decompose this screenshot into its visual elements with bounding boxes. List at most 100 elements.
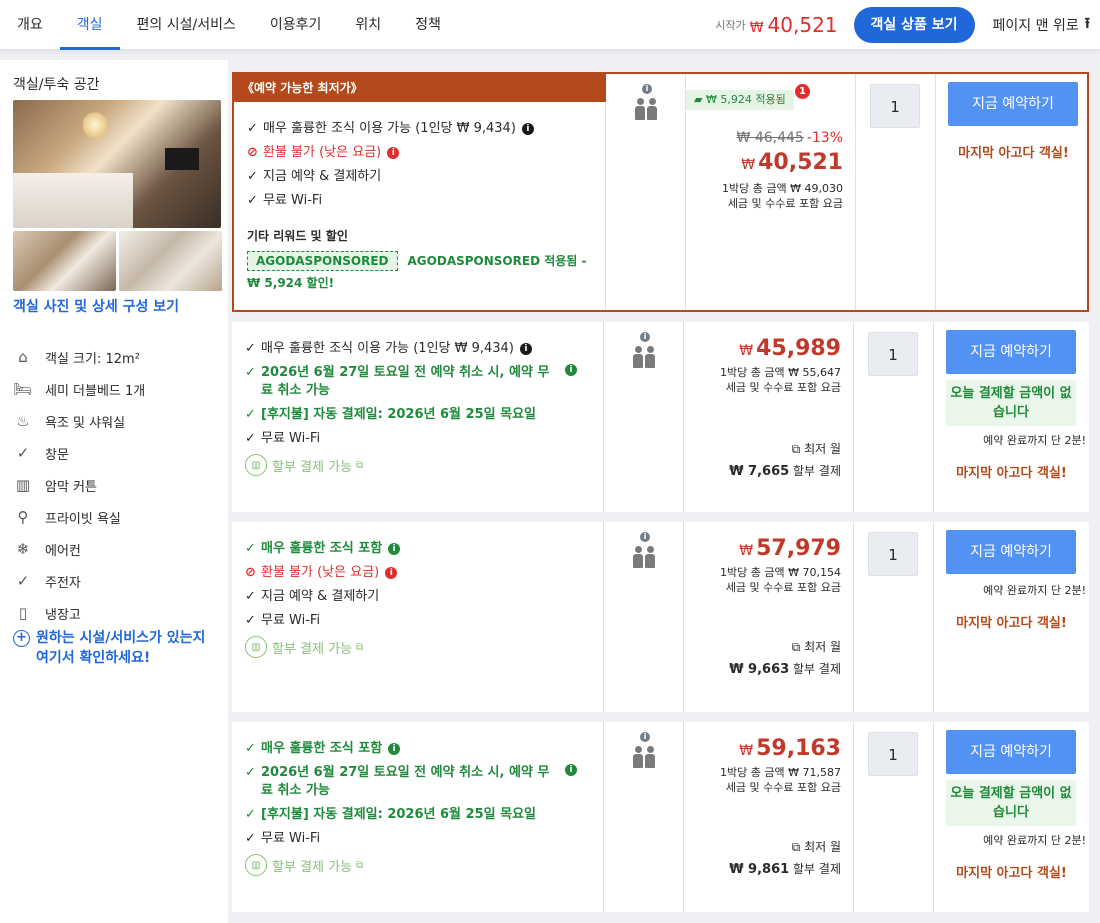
feature-pay-now: ✓ 지금 예약 & 결제하기 bbox=[247, 168, 592, 186]
feature-pay-later: ✓ [후지불] 자동 결제일: 2026년 6월 25일 목요일 bbox=[245, 406, 590, 424]
currency-symbol: ₩ bbox=[739, 743, 754, 759]
tab-rooms[interactable]: 객실 bbox=[59, 0, 120, 50]
room-photos-link[interactable]: 객실 사진 및 상세 구성 보기 bbox=[13, 296, 179, 316]
bathroom-photo-thumb[interactable] bbox=[119, 231, 222, 291]
feature-wifi: ✓ 무료 Wi-Fi bbox=[245, 830, 590, 848]
check-icon: ✓ bbox=[245, 589, 256, 604]
monthly-installment: ⧉ 최저 월 ₩ 7,665 할부 결제 bbox=[729, 438, 841, 483]
book-now-button[interactable]: 지금 예약하기 bbox=[946, 730, 1076, 774]
person-icon bbox=[645, 546, 655, 568]
offer-features: ✓ 매우 훌륭한 조식 이용 가능 (1인당 ₩ 9,434) i ✓ 2026년 6… bbox=[232, 322, 604, 512]
strikethrough-price: ₩ 46,445 bbox=[736, 130, 804, 146]
book-now-button[interactable]: 지금 예약하기 bbox=[948, 82, 1078, 126]
info-icon[interactable]: i bbox=[565, 764, 577, 776]
person-icon bbox=[647, 98, 657, 120]
info-icon[interactable]: i bbox=[519, 342, 532, 355]
fridge-icon: ▯ bbox=[18, 604, 28, 622]
person-icon bbox=[633, 346, 643, 368]
feature-text: 매우 훌륭한 조식 이용 가능 (1인당 ₩ 9,434) bbox=[263, 121, 516, 136]
info-icon[interactable]: i bbox=[387, 146, 400, 159]
amenity-label: 에어컨 bbox=[45, 543, 81, 559]
feature-text: 지금 예약 & 결제하기 bbox=[263, 169, 382, 184]
check-icon: ✓ bbox=[245, 807, 256, 822]
start-price-label: 시작가 bbox=[715, 19, 746, 32]
occupancy-icons[interactable]: i bbox=[632, 732, 658, 772]
feature-text: 지금 예약 & 결제하기 bbox=[261, 589, 380, 604]
last-room-notice: 마지막 아고다 객실! bbox=[956, 616, 1067, 631]
tab-overview[interactable]: 개요 bbox=[0, 0, 60, 48]
amenity-item: ⚲ 프라이빗 욕실 bbox=[13, 501, 223, 533]
amenity-item: ⌂ 객실 크기: 12m² bbox=[13, 341, 223, 373]
monthly-installment: ⧉ 최저 월 ₩ 9,861 할부 결제 bbox=[729, 836, 841, 881]
amenity-label: 암막 커튼 bbox=[45, 479, 97, 495]
back-to-top-link[interactable]: 페이지 맨 위로 ⭱ bbox=[993, 13, 1090, 38]
installment-option[interactable]: ▥ 할부 결제 가능 ⧉ bbox=[245, 636, 590, 658]
info-icon[interactable]: i bbox=[521, 122, 534, 135]
occupancy-icons[interactable]: i bbox=[632, 332, 658, 372]
original-price: ₩ 46,445 -13% bbox=[722, 130, 843, 146]
tab-facilities[interactable]: 편의 시설/서비스 bbox=[120, 0, 253, 48]
last-room-notice: 마지막 아고다 객실! bbox=[958, 146, 1069, 161]
amenity-item: 🛏︎ 세미 더블베드 1개 bbox=[13, 373, 223, 405]
check-icon: ✓ bbox=[247, 193, 258, 208]
occupancy-cell: i bbox=[604, 322, 684, 512]
final-price-value: 40,521 bbox=[758, 150, 843, 175]
person-icon bbox=[635, 98, 645, 120]
view-rooms-button[interactable]: 객실 상품 보기 bbox=[853, 7, 975, 43]
amenity-label: 창문 bbox=[45, 447, 69, 463]
room-main-photo[interactable] bbox=[13, 100, 221, 228]
amenity-item: ▥ 암막 커튼 bbox=[13, 469, 223, 501]
check-icon: ✓ bbox=[245, 341, 256, 356]
feature-text: 무료 Wi-Fi bbox=[261, 831, 321, 846]
monthly-installment: ⧉ 최저 월 ₩ 9,663 할부 결제 bbox=[729, 636, 841, 681]
tab-reviews[interactable]: 이용후기 bbox=[253, 0, 339, 48]
room-quantity-select[interactable]: 1 bbox=[868, 732, 918, 776]
currency-symbol: ₩ bbox=[749, 20, 764, 36]
room-photo-thumb[interactable] bbox=[13, 231, 116, 291]
person-icon bbox=[645, 346, 655, 368]
final-price: ₩45,989 bbox=[720, 336, 841, 361]
occupancy-icons[interactable]: i bbox=[632, 532, 658, 572]
occupancy-icons[interactable]: i bbox=[634, 84, 660, 124]
two-min-notice: 예약 완료까지 단 2분! bbox=[983, 584, 1086, 597]
amenity-search-link[interactable]: + 원하는 시설/서비스가 있는지 여기서 확인하세요! bbox=[13, 628, 223, 668]
tab-location[interactable]: 위치 bbox=[338, 0, 398, 48]
feature-list: ✓ 매우 훌륭한 조식 포함 i ✓ 2026년 6월 27일 토요일 전 예약 취소… bbox=[245, 740, 590, 876]
two-min-notice: 예약 완료까지 단 2분! bbox=[983, 834, 1086, 847]
section-tabs: 개요 객실 편의 시설/서비스 이용후기 위치 정책 bbox=[0, 0, 458, 50]
coupon-code-tag[interactable]: AGODASPONSORED bbox=[247, 251, 398, 271]
installment-option[interactable]: ▥ 할부 결제 가능 ⧉ bbox=[245, 854, 590, 876]
info-icon[interactable]: i bbox=[388, 542, 401, 555]
book-now-button[interactable]: 지금 예약하기 bbox=[946, 330, 1076, 374]
installment-option[interactable]: ▥ 할부 결제 가능 ⧉ bbox=[245, 454, 590, 476]
monthly-amount: ₩ 9,663 bbox=[729, 662, 790, 677]
currency-symbol: ₩ bbox=[741, 157, 756, 173]
external-link-icon: ⧉ bbox=[791, 442, 805, 456]
feature-list: ✓ 매우 훌륭한 조식 이용 가능 (1인당 ₩ 9,434) i ✓ 2026년 6… bbox=[245, 340, 590, 476]
offer-features: ✓ 매우 훌륭한 조식 포함 i ⊘ 환불 불가 (낮은 요금) i ✓ 지금 예약 & … bbox=[232, 522, 604, 712]
offer-features: 《예약 가능한 최저가》 ✓ 매우 훌륭한 조식 이용 가능 (1인당 ₩ 9,4… bbox=[234, 74, 606, 310]
info-icon[interactable]: i bbox=[565, 364, 577, 376]
info-icon[interactable]: i bbox=[385, 566, 398, 579]
total-per-night: 1박당 총 금액 ₩ 70,154 bbox=[720, 566, 841, 579]
book-now-button[interactable]: 지금 예약하기 bbox=[946, 530, 1076, 574]
room-quantity-select[interactable]: 1 bbox=[868, 532, 918, 576]
occupancy-cell: i bbox=[604, 722, 684, 912]
room-quantity-select[interactable]: 1 bbox=[868, 332, 918, 376]
ticket-icon: ▰ bbox=[694, 93, 706, 106]
tab-policy[interactable]: 정책 bbox=[398, 0, 458, 48]
amenity-item: ✓ 주전자 bbox=[13, 565, 223, 597]
applied-discount-label: ₩ 5,924 적용됨 bbox=[705, 93, 786, 106]
room-quantity-select[interactable]: 1 bbox=[870, 84, 920, 128]
monthly-amount-line: ₩ 7,665 할부 결제 bbox=[729, 460, 841, 483]
info-icon[interactable]: i bbox=[388, 742, 401, 755]
installment-icon: ▥ bbox=[245, 636, 267, 658]
currency-symbol: ₩ bbox=[739, 543, 754, 559]
no-refund-icon: ⊘ bbox=[247, 145, 258, 160]
check-circle-icon: ✓ bbox=[16, 444, 30, 462]
info-icon: i bbox=[640, 732, 650, 742]
room-offer-row: ✓ 매우 훌륭한 조식 포함 i ⊘ 환불 불가 (낮은 요금) i ✓ 지금 예약 & … bbox=[232, 522, 1089, 712]
amenity-label: 욕조 및 샤워실 bbox=[45, 415, 126, 431]
pay-nothing-today: 오늘 결제할 금액이 없습니다 bbox=[946, 380, 1076, 426]
installment-icon: ▥ bbox=[245, 854, 267, 876]
